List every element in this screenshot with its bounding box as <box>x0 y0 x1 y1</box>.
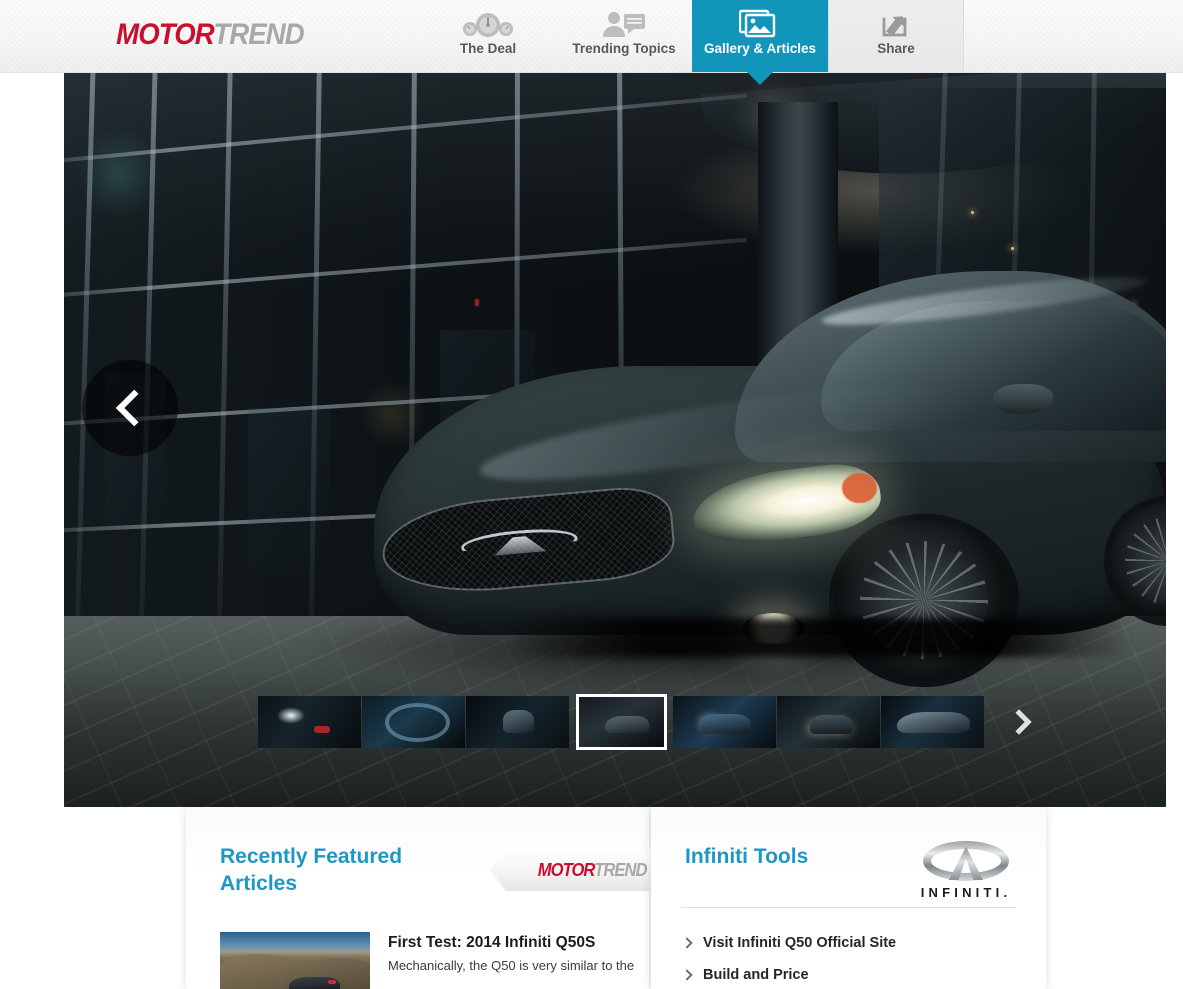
article-title[interactable]: First Test: 2014 Infiniti Q50S <box>388 933 634 952</box>
side-mirror <box>992 383 1053 415</box>
infiniti-brand-badge: INFINITI. <box>912 841 1020 900</box>
gallery-next-button[interactable] <box>997 692 1041 752</box>
chevron-left-icon <box>115 389 153 427</box>
chevron-right-icon <box>681 969 693 981</box>
ribbon-logo: MOTORTREND <box>537 859 648 881</box>
article-text-block: First Test: 2014 Infiniti Q50S Mechanica… <box>388 932 634 989</box>
tools-divider <box>681 907 1016 908</box>
tool-link-label: Visit Infiniti Q50 Official Site <box>703 935 897 951</box>
tab-label-share: Share <box>877 41 915 56</box>
gallery-thumbnail-6[interactable] <box>777 696 880 748</box>
infiniti-logo-icon <box>923 841 1009 881</box>
front-wheel <box>829 513 1019 687</box>
gallery-thumbnail-3[interactable] <box>466 696 569 748</box>
chevron-right-icon <box>681 937 693 949</box>
active-tab-pointer <box>746 71 774 85</box>
turn-signal <box>842 472 877 503</box>
gallery-thumbnail-1[interactable] <box>258 696 361 748</box>
recently-featured-articles-panel: Recently Featured Articles MOTORTREND Fi… <box>186 807 680 989</box>
tab-label-gallery-articles: Gallery & Articles <box>703 41 817 56</box>
gallery-thumbnail-7[interactable] <box>881 696 984 748</box>
infiniti-q50-car <box>340 268 1166 704</box>
ribbon-logo-trend-text: TREND <box>593 859 647 880</box>
articles-panel-title: Recently Featured Articles <box>220 845 403 896</box>
gallery-thumbnail-4-selected[interactable] <box>576 694 667 750</box>
photos-icon <box>739 8 781 38</box>
infiniti-wordmark: INFINITI. <box>920 885 1012 900</box>
tools-panel-title: Infiniti Tools <box>685 845 809 868</box>
logo-motor-text: MOTOR <box>116 18 214 51</box>
tab-trending-topics[interactable]: Trending Topics <box>556 0 692 72</box>
motor-trend-logo: MOTORTREND <box>116 18 305 52</box>
article-list-item[interactable]: First Test: 2014 Infiniti Q50S Mechanica… <box>220 932 634 989</box>
tool-link-visit-official-site[interactable]: Visit Infiniti Q50 Official Site <box>681 927 1021 959</box>
site-header: MOTORTREND The Deal Trending Topics Gall… <box>0 0 1183 85</box>
person-chat-icon <box>601 8 647 38</box>
tools-link-list: Visit Infiniti Q50 Official Site Build a… <box>681 927 1021 989</box>
gallery-thumbnail-2[interactable] <box>362 696 465 748</box>
share-icon <box>881 8 911 38</box>
tab-label-trending-topics: Trending Topics <box>572 41 676 56</box>
gallery-thumbnail-5[interactable] <box>673 696 776 748</box>
lower-content: Recently Featured Articles MOTORTREND Fi… <box>0 807 1183 989</box>
infiniti-tools-panel: Infiniti Tools INFINITI. Visit Infiniti … <box>651 807 1046 989</box>
ribbon-logo-motor-text: MOTOR <box>537 859 595 880</box>
article-excerpt: Mechanically, the Q50 is very similar to… <box>388 958 635 974</box>
tool-link-label: Build and Price <box>703 967 809 983</box>
gallery-prev-button[interactable] <box>82 360 178 456</box>
tab-label-the-deal: The Deal <box>459 41 517 56</box>
gallery-thumbnail-strip <box>258 691 1138 753</box>
gallery-viewer <box>64 73 1166 807</box>
gauges-icon <box>460 8 516 38</box>
tab-the-deal[interactable]: The Deal <box>420 0 556 72</box>
tab-gallery-articles[interactable]: Gallery & Articles <box>692 0 828 85</box>
tab-share[interactable]: Share <box>828 0 964 72</box>
primary-nav: The Deal Trending Topics Gallery & Artic… <box>420 0 1183 85</box>
brand-logo[interactable]: MOTORTREND <box>0 0 420 72</box>
chevron-right-icon <box>1006 709 1032 735</box>
tool-link-build-and-price[interactable]: Build and Price <box>681 959 1021 989</box>
infiniti-emblem-icon <box>452 516 588 565</box>
logo-trend-text: TREND <box>213 18 304 51</box>
article-thumbnail <box>220 932 370 989</box>
nav-filler <box>964 0 1183 72</box>
